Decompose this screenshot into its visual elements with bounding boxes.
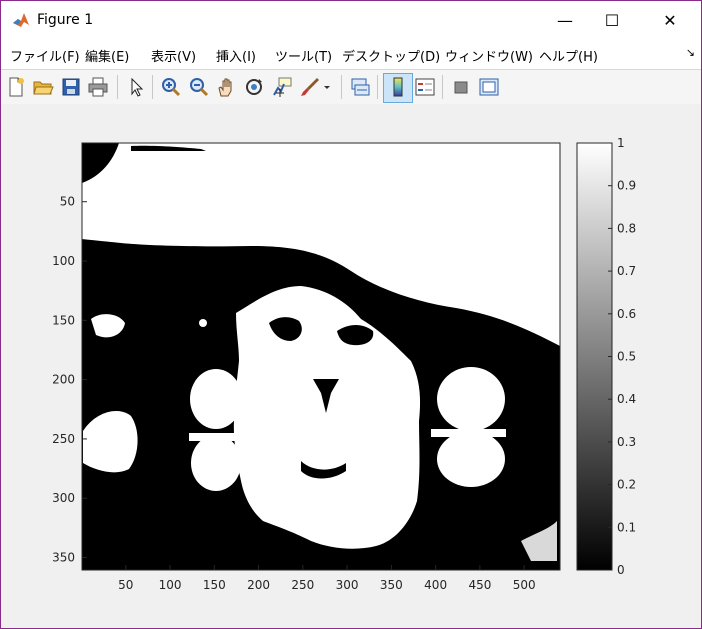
title-bar: Figure 1 — ☐ ✕ (1, 1, 701, 39)
colorbar-tick-label: 0.3 (617, 435, 636, 449)
x-tick-label: 250 (291, 578, 314, 592)
x-tick-label: 500 (513, 578, 536, 592)
menu-insert[interactable]: 挿入(I) (216, 46, 256, 65)
colorbar-tick-label: 0.4 (617, 392, 636, 406)
colorbar-tick-label: 1 (617, 136, 625, 150)
x-tick-label: 150 (203, 578, 226, 592)
close-icon: ✕ (663, 10, 677, 30)
x-tick-label: 50 (118, 578, 133, 592)
figure-window: Figure 1 — ☐ ✕ ファイル(F) 編集(E) 表示(V) 挿入(I)… (0, 0, 702, 629)
save-icon[interactable] (60, 76, 82, 98)
zoom-in-icon[interactable] (160, 76, 182, 98)
x-tick-label: 400 (424, 578, 447, 592)
menu-help[interactable]: ヘルプ(H) (539, 46, 598, 65)
minimize-icon: — (557, 10, 573, 30)
link-plot-icon[interactable] (349, 76, 371, 98)
colorbar-tick-label: 0.7 (617, 264, 636, 278)
brush-icon[interactable] (299, 76, 321, 98)
menu-view[interactable]: 表示(V) (151, 46, 196, 65)
toolbar-separator (377, 75, 378, 99)
y-tick-label: 150 (52, 313, 75, 327)
y-tick-label: 200 (52, 373, 75, 387)
new-figure-icon[interactable] (5, 76, 27, 98)
open-file-icon[interactable] (32, 76, 54, 98)
menu-file[interactable]: ファイル(F) (10, 46, 80, 65)
colorbar-icon[interactable] (387, 76, 409, 98)
legend-icon[interactable] (414, 76, 436, 98)
minimize-button[interactable]: — (542, 1, 588, 39)
colorbar-tick-label: 0 (617, 563, 625, 577)
pointer-icon[interactable] (125, 76, 147, 98)
colorbar[interactable]: 0 0.1 0.2 0.3 0.4 0.5 0.6 0.7 0.8 0.9 1 (576, 136, 636, 577)
colorbar-gradient (577, 143, 612, 570)
toolbar-separator (117, 75, 118, 99)
colorbar-tick-label: 0.9 (617, 179, 636, 193)
figure-canvas: 50 100 150 200 250 300 350 400 450 500 50 100 150 20… (1, 104, 701, 628)
menu-window[interactable]: ウィンドウ(W) (445, 46, 533, 65)
colorbar-tick-label: 0.1 (617, 520, 636, 534)
menu-tools[interactable]: ツール(T) (275, 46, 332, 65)
show-plot-tools-icon[interactable] (478, 76, 500, 98)
window-title: Figure 1 (37, 12, 94, 28)
x-tick-label: 200 (247, 578, 270, 592)
menu-bar: ファイル(F) 編集(E) 表示(V) 挿入(I) ツール(T) デスクトップ(… (1, 39, 701, 69)
x-tick-label: 300 (336, 578, 359, 592)
y-tick-label: 250 (52, 432, 75, 446)
colorbar-tick-label: 0.6 (617, 307, 636, 321)
menu-desktop[interactable]: デスクトップ(D) (342, 46, 440, 65)
y-tick-label: 100 (52, 254, 75, 268)
toolbar-separator (341, 75, 342, 99)
x-tick-label: 100 (159, 578, 182, 592)
arrow-icon[interactable]: ↘ (686, 46, 695, 59)
colorbar-tick-label: 0.5 (617, 350, 636, 364)
image-axes[interactable]: 50 100 150 200 250 300 350 400 450 500 50 100 150 20… (52, 142, 561, 592)
y-tick-label: 350 (52, 551, 75, 565)
toolbar-separator (442, 75, 443, 99)
y-tick-label: 50 (60, 195, 75, 209)
colorbar-tick-label: 0.8 (617, 221, 636, 235)
print-icon[interactable] (87, 76, 109, 98)
pan-hand-icon[interactable] (215, 76, 237, 98)
x-tick-label: 450 (468, 578, 491, 592)
binary-face-image (82, 143, 560, 570)
zoom-out-icon[interactable] (188, 76, 210, 98)
colorbar-tick-label: 0.2 (617, 478, 636, 492)
close-button[interactable]: ✕ (647, 1, 693, 39)
toolbar (1, 69, 701, 105)
menu-edit[interactable]: 編集(E) (85, 46, 129, 65)
matlab-icon (12, 11, 30, 29)
maximize-button[interactable]: ☐ (589, 1, 635, 39)
hide-plot-tools-icon[interactable] (450, 76, 472, 98)
x-tick-label: 350 (380, 578, 403, 592)
brush-dropdown-icon[interactable] (321, 76, 333, 98)
rotate-3d-icon[interactable] (243, 76, 265, 98)
maximize-icon: ☐ (604, 10, 620, 30)
toolbar-separator (152, 75, 153, 99)
data-cursor-icon[interactable] (271, 76, 293, 98)
y-tick-label: 300 (52, 491, 75, 505)
